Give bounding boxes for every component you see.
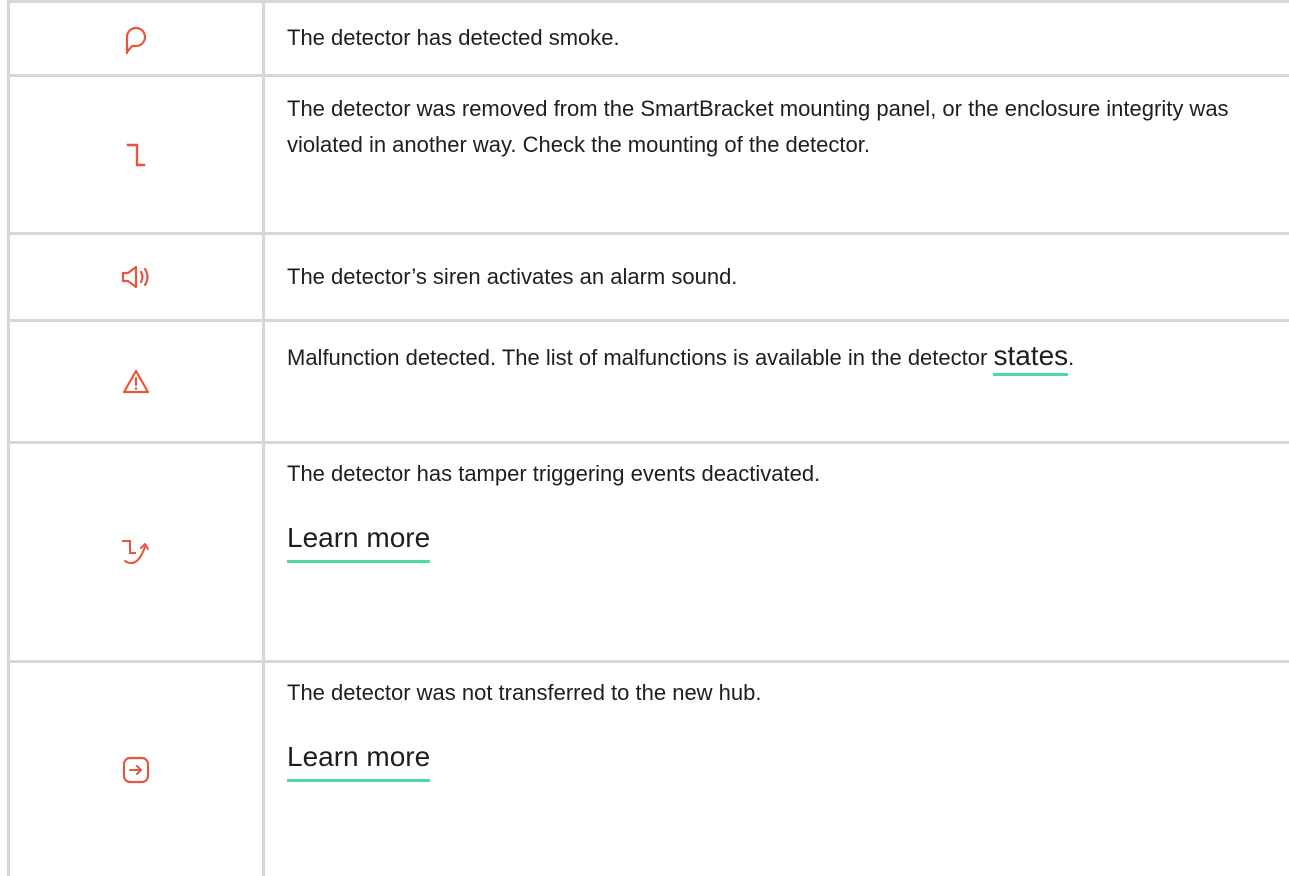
table-row: The detector was removed from the SmartB… [0, 77, 1289, 232]
states-link[interactable]: states [993, 340, 1069, 376]
row-description: Malfunction detected. The list of malfun… [287, 334, 1282, 378]
row-description-text: Malfunction detected. The list of malfun… [287, 345, 994, 370]
icon-cell [10, 77, 262, 232]
learn-more-link[interactable]: Learn more [287, 737, 431, 782]
row-content: The detector was not transferred to the … [287, 675, 1282, 782]
transfer-icon [122, 756, 150, 783]
row-description: The detector has tamper triggering event… [287, 461, 821, 486]
learn-more-link[interactable]: Learn more [287, 518, 431, 563]
table-row: Malfunction detected. The list of malfun… [0, 322, 1289, 441]
row-content: The detector has tamper triggering event… [287, 456, 1282, 563]
icon-cell [10, 3, 262, 74]
table-row: The detector was not transferred to the … [0, 663, 1289, 876]
siren-icon [121, 265, 149, 289]
warning-icon [122, 369, 150, 393]
icon-cell [10, 444, 262, 660]
smoke-icon [125, 26, 147, 54]
row-description: The detector’s siren activates an alarm … [287, 264, 738, 289]
tamper-icon [126, 143, 146, 166]
table-row: The detector’s siren activates an alarm … [0, 235, 1289, 319]
row-description: The detector was removed from the SmartB… [287, 96, 1229, 157]
tamper-disabled-icon [122, 540, 149, 565]
row-description: The detector was not transferred to the … [287, 680, 762, 705]
icon-cell [10, 663, 262, 876]
row-description-period: . [1068, 345, 1075, 370]
status-icons-table: The detector has detected smoke. The det… [0, 0, 1289, 876]
table-row: The detector has tamper triggering event… [0, 444, 1289, 660]
table-row: The detector has detected smoke. [0, 3, 1289, 74]
icon-cell [10, 235, 262, 319]
icon-cell [10, 322, 262, 441]
row-description: The detector has detected smoke. [287, 25, 620, 50]
